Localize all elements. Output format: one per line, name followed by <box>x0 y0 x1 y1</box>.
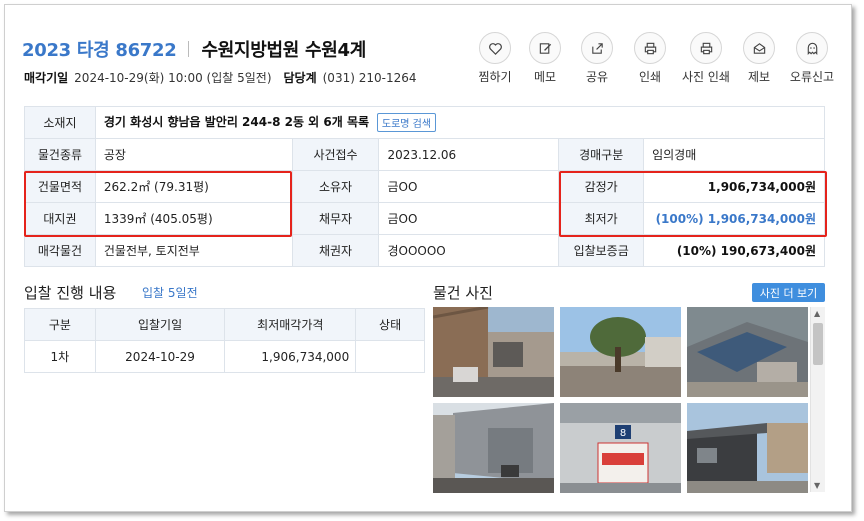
court-name: 수원지방법원 수원4계 <box>201 40 367 61</box>
deposit-label: 입찰보증금 <box>558 234 645 267</box>
print-icon <box>634 32 666 64</box>
bid-price: 1,906,734,000 <box>224 340 357 373</box>
property-photo-3[interactable] <box>687 307 808 397</box>
info-row-sale-object: 매각물건 건물전부, 토지전부 채권자 경OOOOO 입찰보증금 (10%) 1… <box>24 234 825 267</box>
share-icon <box>581 32 613 64</box>
case-meta: 매각기일 2024-10-29(화) 10:00 (입찰 5일전) 담당계 (0… <box>24 69 428 86</box>
location-cell: 경기 화성시 향남읍 발안리 244-8 2동 외 6개 목록 도로명 검색 <box>94 106 826 139</box>
scroll-up-arrow-icon[interactable]: ▲ <box>814 309 820 318</box>
filed-value: 2023.12.06 <box>378 138 560 171</box>
scrollbar-thumb[interactable] <box>813 323 823 365</box>
more-photos-button[interactable]: 사진 더 보기 <box>752 283 825 302</box>
favorite-button[interactable]: 찜하기 <box>472 32 518 85</box>
owner-label: 소유자 <box>291 170 380 203</box>
location-value: 경기 화성시 향남읍 발안리 244-8 2동 외 6개 목록 <box>103 115 370 129</box>
creditor-value: 경OOOOO <box>378 234 560 267</box>
type-label: 물건종류 <box>24 138 96 171</box>
type-value: 공장 <box>94 138 293 171</box>
dept-label: 담당계 <box>283 71 317 85</box>
memo-label: 메모 <box>533 70 557 84</box>
photo-print-label: 사진 인쇄 <box>682 70 730 84</box>
share-label: 공유 <box>585 70 609 84</box>
owner-value: 금OO <box>378 170 560 203</box>
bid-section-title: 입찰 진행 내용 <box>24 284 117 302</box>
auction-type-label: 경매구분 <box>558 138 645 171</box>
sale-date-label: 매각기일 <box>24 71 69 85</box>
envelope-icon <box>743 32 775 64</box>
highlight-box-area <box>24 171 292 237</box>
photo-grid: 8 <box>433 307 809 493</box>
road-search-button[interactable]: 도로명 검색 <box>376 113 437 132</box>
creditor-label: 채권자 <box>291 234 380 267</box>
scroll-down-arrow-icon[interactable]: ▼ <box>814 481 820 490</box>
print-button[interactable]: 인쇄 <box>624 32 676 85</box>
bid-date: 2024-10-29 <box>94 340 226 373</box>
bid-header-row: 구분 입찰기일 최저매각가격 상태 <box>24 308 425 341</box>
error-report-button[interactable]: 오류신고 <box>784 32 840 85</box>
photo-scrollbar[interactable]: ▲ ▼ <box>810 307 825 492</box>
property-photo-1[interactable] <box>433 307 554 397</box>
bid-col-price: 최저매각가격 <box>224 308 357 341</box>
action-toolbar: 찜하기 메모 공유 인쇄 사진 인쇄 제보 오류신고 <box>472 32 842 85</box>
memo-button[interactable]: 메모 <box>520 32 570 85</box>
svg-text:8: 8 <box>620 428 626 439</box>
share-button[interactable]: 공유 <box>572 32 622 85</box>
photo-print-button[interactable]: 사진 인쇄 <box>678 32 734 85</box>
location-label: 소재지 <box>24 106 96 139</box>
bid-col-status: 상태 <box>355 308 425 341</box>
pencil-icon <box>529 32 561 64</box>
auction-type-value: 임의경매 <box>643 138 825 171</box>
table-row: 1차 2024-10-29 1,906,734,000 <box>24 340 425 373</box>
info-row-location: 소재지 경기 화성시 향남읍 발안리 244-8 2동 외 6개 목록 도로명 … <box>24 106 826 139</box>
ghost-icon <box>796 32 828 64</box>
photo-section-title: 물건 사진 <box>433 284 493 302</box>
sale-object-value: 건물전부, 토지전부 <box>94 234 293 267</box>
favorite-label: 찜하기 <box>478 70 512 84</box>
property-photo-4[interactable] <box>433 403 554 493</box>
property-photo-2[interactable] <box>560 307 681 397</box>
heart-icon <box>479 32 511 64</box>
bid-status <box>355 340 425 373</box>
debtor-value: 금OO <box>378 202 560 235</box>
report-label: 제보 <box>747 70 771 84</box>
sale-object-label: 매각물건 <box>24 234 96 267</box>
photo-print-icon <box>690 32 722 64</box>
bid-col-date: 입찰기일 <box>94 308 226 341</box>
error-report-label: 오류신고 <box>789 70 835 84</box>
bid-round: 1차 <box>24 340 96 373</box>
dept-phone: (031) 210-1264 <box>322 70 417 85</box>
title-divider <box>188 41 190 57</box>
bid-col-round: 구분 <box>24 308 96 341</box>
case-number: 2023 타경 86722 <box>22 40 177 61</box>
sale-date-value: 2024-10-29(화) 10:00 (입찰 5일전) <box>74 71 272 85</box>
report-button[interactable]: 제보 <box>736 32 782 85</box>
case-title: 2023 타경 86722 수원지방법원 수원4계 <box>22 36 366 62</box>
highlight-box-price <box>559 171 827 237</box>
debtor-label: 채무자 <box>291 202 380 235</box>
bid-history-table: 구분 입찰기일 최저매각가격 상태 1차 2024-10-29 1,906,73… <box>24 308 425 373</box>
property-photo-6[interactable] <box>687 403 808 493</box>
property-photo-5[interactable]: 8 <box>560 403 681 493</box>
deposit-value: (10%) 190,673,400원 <box>643 234 825 267</box>
print-label: 인쇄 <box>638 70 662 84</box>
bid-section-subtitle: 입찰 5일전 <box>142 286 198 300</box>
filed-label: 사건접수 <box>291 138 380 171</box>
info-row-type: 물건종류 공장 사건접수 2023.12.06 경매구분 임의경매 <box>24 138 825 171</box>
